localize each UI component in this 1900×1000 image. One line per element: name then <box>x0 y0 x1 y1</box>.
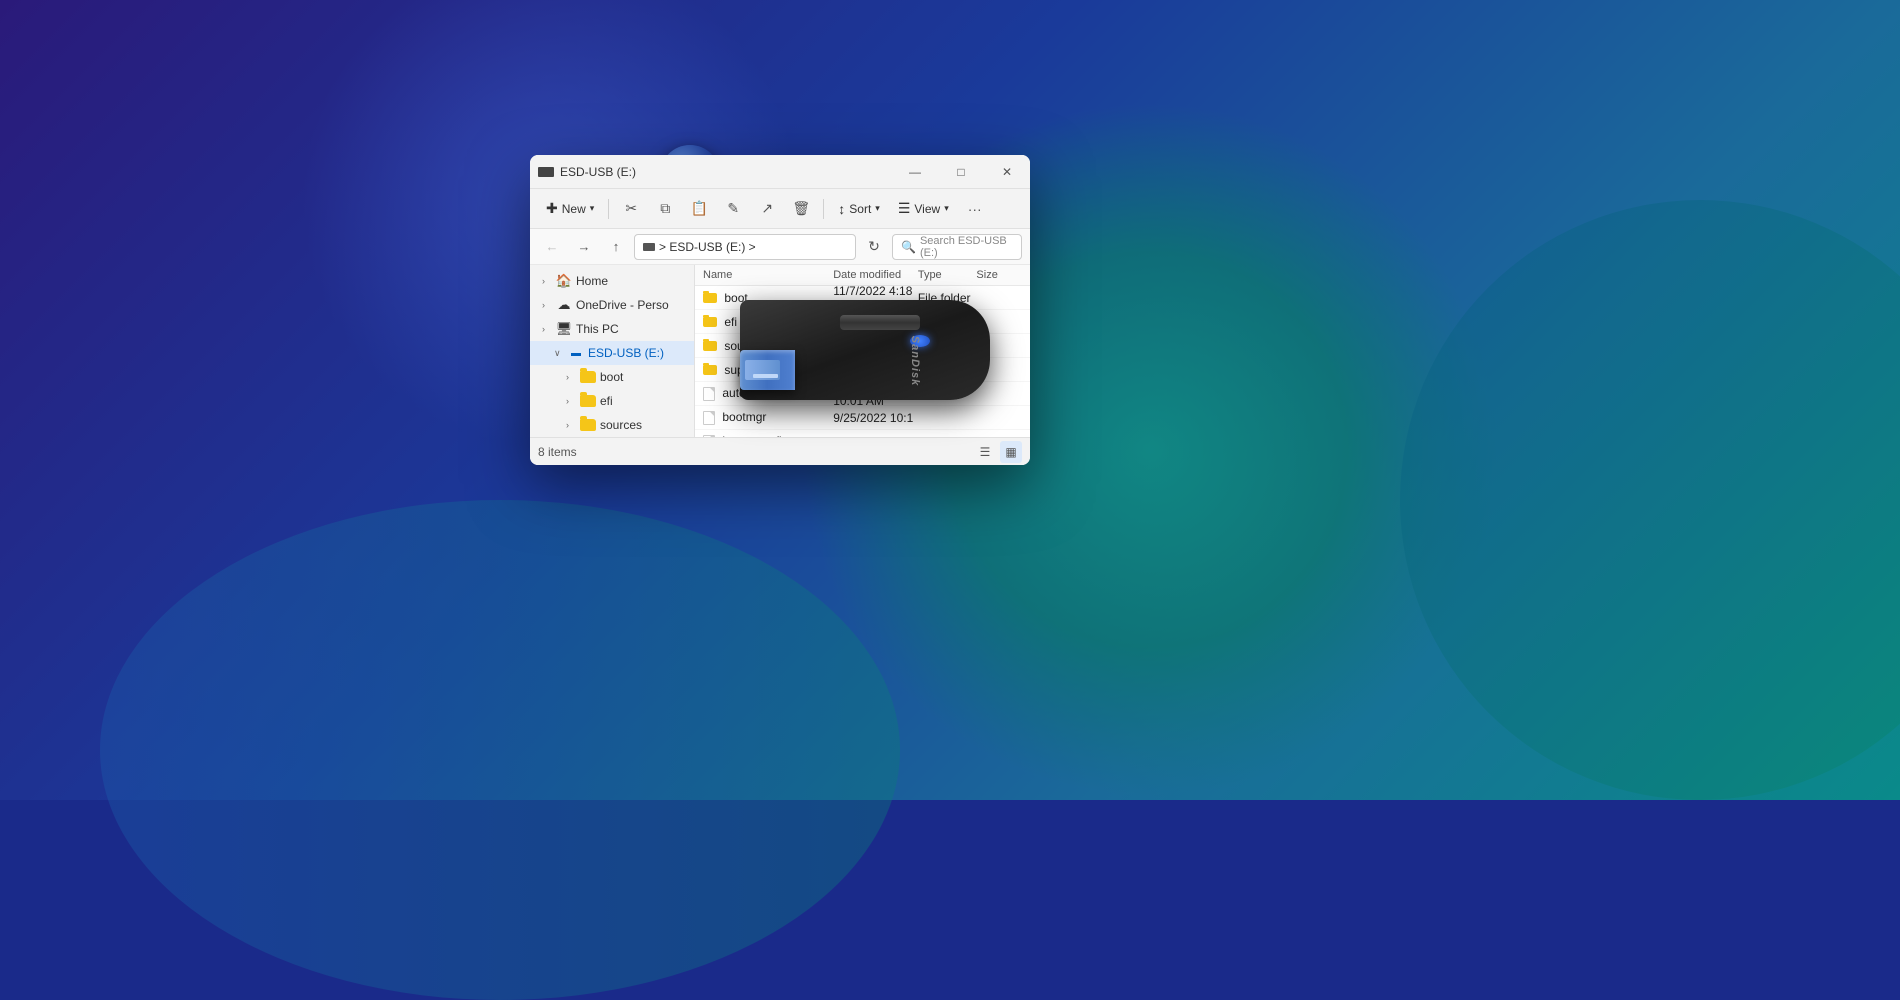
sidebar-item-boot[interactable]: › boot <box>530 365 694 389</box>
title-bar: ESD-USB (E:) — □ ✕ <box>530 155 1030 189</box>
usb-clip <box>840 315 920 330</box>
forward-button[interactable]: → <box>570 233 598 261</box>
bg-shape-bottom <box>100 500 900 1000</box>
sidebar-item-onedrive[interactable]: › ☁ OneDrive - Perso <box>530 293 694 317</box>
back-button[interactable]: ← <box>538 233 566 261</box>
minimize-button[interactable]: — <box>892 155 938 189</box>
delete-button[interactable]: 🗑 <box>785 193 817 225</box>
more-button[interactable]: ··· <box>959 193 991 225</box>
usb-connector-inner <box>745 360 780 380</box>
sidebar-item-sources[interactable]: › sources <box>530 413 694 437</box>
usb-drive: SanDisk <box>700 280 1020 480</box>
up-button[interactable]: ↑ <box>602 233 630 261</box>
search-box[interactable]: 🔍 Search ESD-USB (E:) <box>892 234 1022 260</box>
window-controls: — □ ✕ <box>892 155 1030 189</box>
expand-icon: › <box>566 372 576 382</box>
sort-button[interactable]: ↕ Sort ▾ <box>830 197 888 221</box>
usb-body: SanDisk <box>740 300 990 400</box>
sidebar-home-label: Home <box>576 274 608 288</box>
cut-button[interactable]: ✂ <box>615 193 647 225</box>
search-placeholder: Search ESD-USB (E:) <box>920 235 1013 259</box>
expand-icon: ∨ <box>554 348 564 359</box>
expand-icon: › <box>542 300 552 310</box>
drive-path-icon <box>643 243 655 251</box>
sidebar-item-home[interactable]: › 🏠 Home <box>530 269 694 293</box>
sidebar-usb-label: ESD-USB (E:) <box>588 346 664 360</box>
folder-boot-icon <box>580 370 596 384</box>
expand-icon: › <box>566 420 576 430</box>
folder-efi-icon <box>580 394 596 408</box>
toolbar: ✚ New ▾ ✂ ⧉ 📋 ✎ ↗ 🗑 ↕ Sort ▾ ☰ View ▾ ··… <box>530 189 1030 229</box>
sidebar-item-thispc[interactable]: › 🖥 This PC <box>530 317 694 341</box>
view-button[interactable]: ☰ View ▾ <box>890 196 957 221</box>
usb-connector <box>740 350 795 390</box>
title-bar-drive-icon <box>538 167 554 177</box>
sidebar-thispc-label: This PC <box>576 322 619 336</box>
home-icon: 🏠 <box>556 274 572 288</box>
paste-button[interactable]: 📋 <box>683 193 715 225</box>
close-button[interactable]: ✕ <box>984 155 1030 189</box>
expand-icon: › <box>566 396 576 406</box>
sidebar-sources-label: sources <box>600 418 642 432</box>
usb-connector-contact <box>753 374 778 378</box>
sidebar-onedrive-label: OneDrive - Perso <box>576 298 669 312</box>
sidebar-efi-label: efi <box>600 394 613 408</box>
usb-icon: ▬ <box>568 346 584 360</box>
sidebar-boot-label: boot <box>600 370 623 384</box>
onedrive-icon: ☁ <box>556 298 572 312</box>
expand-icon: › <box>542 324 552 334</box>
toolbar-sep-2 <box>823 199 824 219</box>
address-path-text: > ESD-USB (E:) > <box>659 240 756 254</box>
new-icon: ✚ <box>546 200 558 217</box>
expand-icon: › <box>542 276 552 286</box>
sidebar-item-efi[interactable]: › efi <box>530 389 694 413</box>
maximize-button[interactable]: □ <box>938 155 984 189</box>
address-path[interactable]: > ESD-USB (E:) > <box>634 234 856 260</box>
search-icon: 🔍 <box>901 240 916 254</box>
address-bar: ← → ↑ > ESD-USB (E:) > ↻ 🔍 Search ESD-US… <box>530 229 1030 265</box>
usb-brand-logo: SanDisk <box>909 336 921 386</box>
sidebar: › 🏠 Home › ☁ OneDrive - Perso › 🖥 This P… <box>530 265 695 437</box>
toolbar-sep-1 <box>608 199 609 219</box>
sort-icon: ↕ <box>838 201 845 217</box>
copy-button[interactable]: ⧉ <box>649 193 681 225</box>
sidebar-item-usb[interactable]: ∨ ▬ ESD-USB (E:) <box>530 341 694 365</box>
refresh-button[interactable]: ↻ <box>860 233 888 261</box>
item-count: 8 items <box>538 445 577 459</box>
new-button[interactable]: ✚ New ▾ <box>538 196 602 221</box>
rename-button[interactable]: ✎ <box>717 193 749 225</box>
view-icon: ☰ <box>898 200 911 217</box>
pc-icon: 🖥 <box>556 322 572 336</box>
folder-sources-icon <box>580 418 596 432</box>
share-button[interactable]: ↗ <box>751 193 783 225</box>
